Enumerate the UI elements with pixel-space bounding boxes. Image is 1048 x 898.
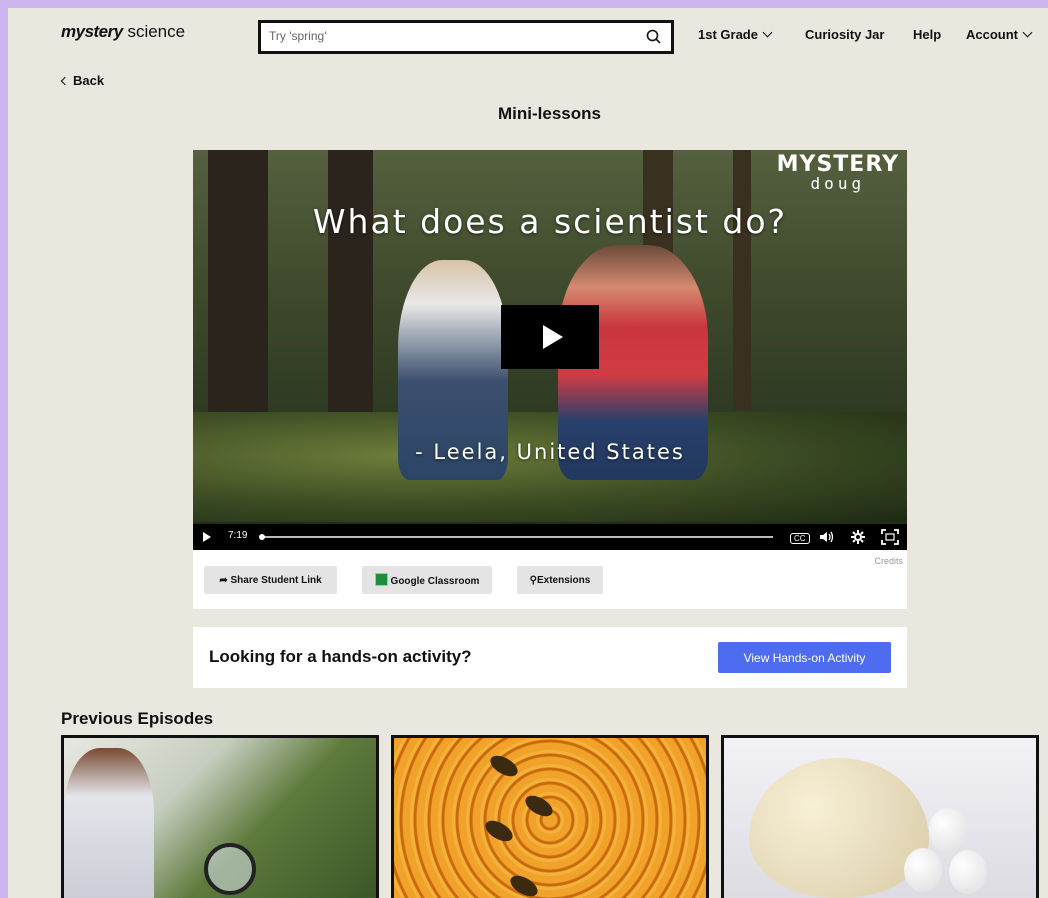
video-player[interactable]: MYSTERY doug What does a scientist do? -… xyxy=(193,150,907,550)
small-egg xyxy=(929,808,967,852)
video-quote: - Leela, United States xyxy=(415,440,685,464)
tree-trunk xyxy=(733,150,751,410)
google-classroom-icon xyxy=(374,573,388,586)
video-title: What does a scientist do? xyxy=(312,202,788,241)
video-actions-bar: ➦ Share Student Link Google Classroom ⚲E… xyxy=(193,550,907,609)
credits-link[interactable]: Credits xyxy=(874,556,903,566)
chevron-down-icon xyxy=(762,27,773,38)
extensions-label: Extensions xyxy=(536,574,591,586)
nav-curiosity-jar[interactable]: Curiosity Jar xyxy=(805,27,884,42)
nav-help[interactable]: Help xyxy=(913,27,941,42)
magnifying-glass-icon xyxy=(204,843,256,895)
brand-bottom: doug xyxy=(810,174,866,193)
chevron-down-icon xyxy=(1022,27,1033,38)
bee-icon xyxy=(482,816,516,846)
google-classroom-label: Google Classroom xyxy=(390,576,480,587)
small-egg xyxy=(904,848,942,892)
settings-gear-icon[interactable] xyxy=(850,529,866,545)
previous-episodes-heading: Previous Episodes xyxy=(61,709,214,728)
back-link[interactable]: Back xyxy=(60,73,105,88)
share-label: Share Student Link xyxy=(230,574,322,586)
play-icon[interactable] xyxy=(203,532,211,542)
small-egg xyxy=(949,850,987,894)
progress-scrubber[interactable] xyxy=(259,534,265,540)
episode-card-bees[interactable] xyxy=(391,735,709,898)
search-box[interactable] xyxy=(258,20,674,54)
scientist-figure xyxy=(64,748,154,898)
logo-bold-text: mystery xyxy=(61,22,123,41)
page-title: Mini-lessons xyxy=(498,104,601,123)
episode-card-plants[interactable] xyxy=(61,735,379,898)
lightbulb-icon: ⚲ xyxy=(529,574,537,586)
back-label: Back xyxy=(73,73,105,88)
share-arrow-icon: ➦ xyxy=(219,574,228,586)
search-input[interactable] xyxy=(267,28,631,44)
video-controls: 7:19 CC xyxy=(193,524,907,550)
video-time: 7:19 xyxy=(228,530,248,541)
mystery-science-logo[interactable]: mystery science xyxy=(61,22,185,42)
cc-icon[interactable]: CC xyxy=(790,529,810,545)
video-foliage xyxy=(193,412,907,522)
nav-account-label: Account xyxy=(966,27,1018,42)
fullscreen-icon[interactable] xyxy=(881,529,899,545)
logo-light-text: science xyxy=(127,22,186,41)
share-student-link-button[interactable]: ➦ Share Student Link xyxy=(204,566,337,594)
large-egg xyxy=(749,758,929,898)
cc-label: CC xyxy=(790,533,810,544)
page: mystery science 1st Grade Curiosity Jar … xyxy=(8,8,1048,898)
bee-icon xyxy=(522,791,556,821)
google-classroom-button[interactable]: Google Classroom xyxy=(362,566,492,594)
hands-on-banner: Looking for a hands-on activity? View Ha… xyxy=(193,627,907,688)
mystery-doug-logo: MYSTERY doug xyxy=(777,154,899,192)
tree-trunk xyxy=(328,150,373,430)
tree-trunk xyxy=(208,150,268,440)
play-button[interactable] xyxy=(501,305,599,369)
episode-card-eggs[interactable] xyxy=(721,735,1039,898)
bee-icon xyxy=(487,751,521,781)
volume-icon[interactable] xyxy=(819,530,835,544)
chevron-left-icon xyxy=(60,76,70,86)
progress-track[interactable] xyxy=(259,534,773,540)
hands-on-prompt: Looking for a hands-on activity? xyxy=(209,647,472,666)
brand-top: MYSTERY xyxy=(776,152,899,177)
nav-grade-dropdown[interactable]: 1st Grade xyxy=(698,27,773,42)
nav-account-dropdown[interactable]: Account xyxy=(966,27,1033,42)
search-icon[interactable] xyxy=(645,28,663,46)
bee-icon xyxy=(507,871,541,898)
view-hands-on-activity-button[interactable]: View Hands-on Activity xyxy=(718,642,891,673)
nav-grade-label: 1st Grade xyxy=(698,27,758,42)
extensions-button[interactable]: ⚲Extensions xyxy=(517,566,603,594)
